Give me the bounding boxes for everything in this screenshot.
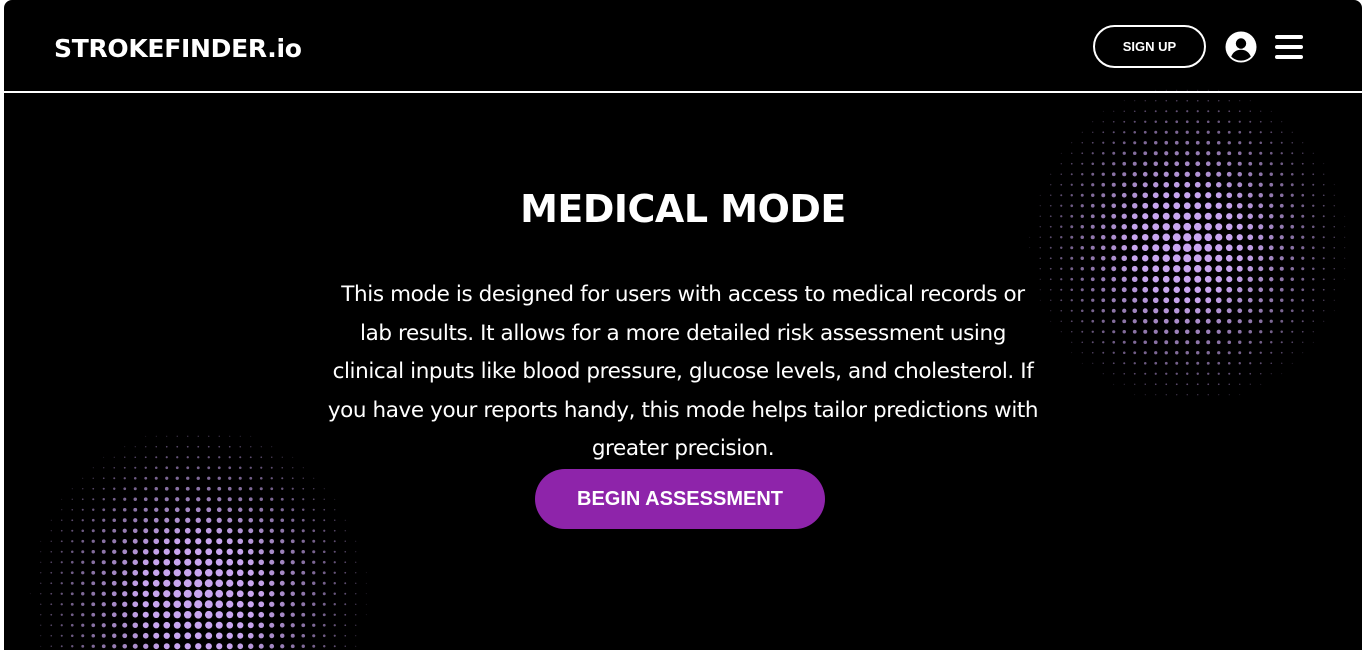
site-logo[interactable]: STROKEFINDER.io xyxy=(54,32,302,66)
navbar: STROKEFINDER.io SIGN UP xyxy=(4,0,1362,93)
sign-up-button[interactable]: SIGN UP xyxy=(1093,25,1206,68)
hamburger-menu-icon[interactable] xyxy=(1275,34,1303,60)
mode-description: This mode is designed for users with acc… xyxy=(327,282,1039,461)
user-circle-icon[interactable] xyxy=(1225,31,1257,63)
page-frame: STROKEFINDER.io SIGN UP MEDICAL MODE Thi… xyxy=(4,0,1362,650)
halftone-decoration-top-right xyxy=(1029,89,1346,396)
page-title: MEDICAL MODE xyxy=(520,187,846,231)
halftone-decoration-bottom-left xyxy=(29,435,367,650)
begin-assessment-button[interactable]: BEGIN ASSESSMENT xyxy=(535,469,825,529)
